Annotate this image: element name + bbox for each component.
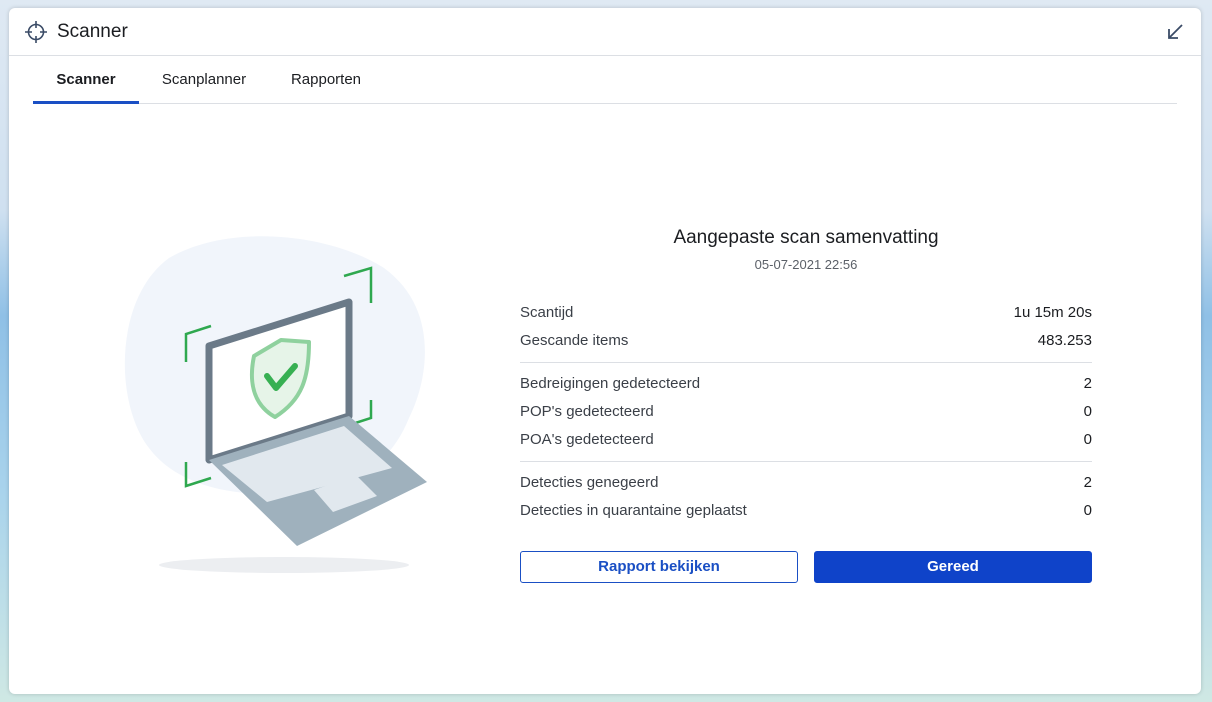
stat-label: POP's gedetecteerd bbox=[520, 403, 654, 420]
summary-date: 05-07-2021 22:56 bbox=[754, 257, 858, 272]
stat-value: 0 bbox=[1083, 431, 1092, 448]
title-bar: Scanner bbox=[9, 8, 1201, 56]
action-buttons: Rapport bekijken Gereed bbox=[520, 551, 1092, 583]
tab-bar: Scanner Scanplanner Rapporten bbox=[33, 56, 1177, 104]
divider bbox=[520, 362, 1092, 363]
stat-value: 0 bbox=[1083, 502, 1092, 519]
stat-label: Scantijd bbox=[520, 304, 574, 321]
tab-scanner[interactable]: Scanner bbox=[33, 56, 139, 104]
laptop-shield-check-icon bbox=[124, 236, 427, 573]
scan-summary: Aangepaste scan samenvatting 05-07-2021 … bbox=[520, 223, 1092, 583]
summary-title: Aangepaste scan samenvatting bbox=[673, 227, 939, 248]
view-report-button[interactable]: Rapport bekijken bbox=[520, 551, 798, 583]
tab-rapporten[interactable]: Rapporten bbox=[279, 56, 373, 103]
stat-label: Detecties in quarantaine geplaatst bbox=[520, 502, 747, 519]
stat-value: 0 bbox=[1083, 403, 1092, 420]
stat-row: Gescande items 483.253 bbox=[520, 327, 1092, 355]
scanner-window: Scanner Scanner Scanplanner Rapporten Aa… bbox=[9, 8, 1201, 694]
stat-row: Bedreigingen gedetecteerd 2 bbox=[520, 370, 1092, 398]
stat-value: 2 bbox=[1083, 375, 1092, 392]
stats-list: Scantijd 1u 15m 20s Gescande items 483.2… bbox=[520, 299, 1092, 525]
stat-label: Gescande items bbox=[520, 332, 629, 349]
stat-row: POA's gedetecteerd 0 bbox=[520, 426, 1092, 454]
stat-label: Bedreigingen gedetecteerd bbox=[520, 375, 701, 392]
stat-row: Detecties genegeerd 2 bbox=[520, 469, 1092, 497]
divider bbox=[520, 461, 1092, 462]
stat-value: 483.253 bbox=[1037, 332, 1092, 349]
window-title: Scanner bbox=[57, 21, 128, 42]
stat-row: Detecties in quarantaine geplaatst 0 bbox=[520, 497, 1092, 525]
tab-scanplanner[interactable]: Scanplanner bbox=[149, 56, 259, 103]
stat-value: 2 bbox=[1083, 474, 1092, 491]
stat-value: 1u 15m 20s bbox=[1013, 304, 1092, 321]
crosshair-icon bbox=[25, 21, 47, 43]
stat-label: Detecties genegeerd bbox=[520, 474, 659, 491]
stat-row: Scantijd 1u 15m 20s bbox=[520, 299, 1092, 327]
stat-label: POA's gedetecteerd bbox=[520, 431, 654, 448]
arrow-down-left-icon[interactable] bbox=[1163, 20, 1187, 44]
stat-row: POP's gedetecteerd 0 bbox=[520, 398, 1092, 426]
done-button[interactable]: Gereed bbox=[814, 551, 1092, 583]
